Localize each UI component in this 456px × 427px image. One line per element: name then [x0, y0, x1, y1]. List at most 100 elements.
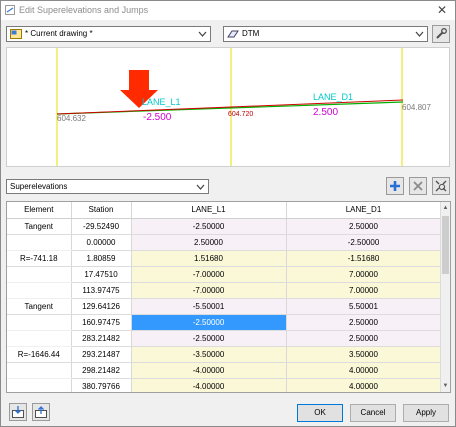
delete-icon — [413, 181, 423, 191]
drawing-select-value: * Current drawing * — [25, 29, 93, 38]
table-row[interactable]: Tangent 129.64126 -5.50001 5.50001 — [7, 298, 442, 315]
column-header-lane-d1[interactable]: LANE_D1 — [286, 202, 442, 219]
superelevation-grid[interactable]: Element Station LANE_L1 LANE_D1 Tangent -… — [6, 201, 451, 393]
settings-button[interactable] — [432, 25, 450, 43]
app-icon — [5, 5, 15, 15]
chevron-down-icon — [415, 31, 424, 37]
lane-d1-cell[interactable]: 7.00000 — [286, 266, 442, 283]
station-cell[interactable]: 298.21482 — [71, 362, 132, 379]
mode-select-value: Superelevations — [10, 182, 68, 191]
column-header-lane-l1[interactable]: LANE_L1 — [131, 202, 287, 219]
station-cell[interactable]: 283.21482 — [71, 330, 132, 347]
station-cell[interactable]: 17.47510 — [71, 266, 132, 283]
table-row[interactable]: 283.21482 -2.50000 2.50000 — [7, 330, 442, 347]
lane-l1-cell[interactable]: -3.50000 — [130, 346, 287, 363]
add-icon — [390, 181, 400, 191]
lane-l1-cell[interactable]: -7.00000 — [130, 282, 287, 299]
table-row[interactable]: R=-741.18 1.80859 1.51680 -1.51680 — [7, 250, 442, 267]
add-button[interactable] — [386, 177, 404, 195]
station-cell[interactable]: 160.97475 — [71, 314, 132, 331]
element-cell[interactable] — [7, 266, 72, 283]
dtm-icon — [227, 30, 239, 38]
element-cell[interactable] — [7, 378, 72, 392]
lane-d1-cell[interactable]: 3.50000 — [286, 346, 442, 363]
export-icon — [35, 406, 47, 418]
element-cell[interactable] — [7, 282, 72, 299]
cross-section-canvas: 604.632 LANE_L1 -2.500 604.720 LANE_D1 2… — [56, 48, 431, 166]
vertical-scrollbar[interactable]: ▲ ▼ — [440, 202, 450, 392]
close-icon[interactable]: ✕ — [435, 3, 449, 17]
element-cell[interactable] — [7, 330, 72, 347]
table-row[interactable]: 113.97475 -7.00000 7.00000 — [7, 282, 442, 299]
cancel-button[interactable]: Cancel — [350, 404, 396, 422]
lane-d1-cell[interactable]: -1.51680 — [286, 250, 442, 267]
lane-l1-cell[interactable]: -2.50000 — [130, 330, 287, 347]
station-cell[interactable]: 293.21487 — [71, 346, 132, 363]
lane-l1-cell[interactable]: 1.51680 — [130, 250, 287, 267]
drawing-icon — [10, 29, 22, 39]
import-icon — [12, 406, 24, 418]
station-cell[interactable]: 113.97475 — [71, 282, 132, 299]
lane-l1-slope-label: -2.500 — [143, 112, 172, 123]
zoom-extents-button[interactable] — [432, 177, 450, 195]
window-title: Edit Superelevations and Jumps — [19, 5, 149, 15]
grid-header-row: Element Station LANE_L1 LANE_D1 — [7, 202, 442, 219]
lane-d1-name-label: LANE_D1 — [313, 92, 353, 102]
drawing-select[interactable]: * Current drawing * — [6, 26, 211, 42]
lane-l1-cell[interactable]: 2.50000 — [130, 234, 287, 251]
export-button[interactable] — [32, 403, 50, 421]
element-cell[interactable] — [7, 314, 72, 331]
lane-d1-cell[interactable]: 4.00000 — [286, 362, 442, 379]
right-elevation-label: 604.807 — [402, 103, 431, 112]
lane-l1-cell[interactable]: -2.50000 — [130, 218, 287, 235]
center-elevation-label: 604.720 — [228, 111, 253, 118]
grid-table: Element Station LANE_L1 LANE_D1 Tangent -… — [7, 202, 442, 392]
lane-l1-cell[interactable]: -5.50001 — [130, 298, 287, 315]
lane-l1-cell[interactable]: -4.00000 — [130, 362, 287, 379]
lane-d1-cell[interactable]: 5.50001 — [286, 298, 442, 315]
element-cell[interactable] — [7, 234, 72, 251]
station-cell[interactable]: 129.64126 — [71, 298, 132, 315]
lane-l1-cell[interactable]: -2.50000 — [130, 314, 287, 331]
station-cell[interactable]: 380.79766 — [71, 378, 132, 392]
table-row[interactable]: 17.47510 -7.00000 7.00000 — [7, 266, 442, 283]
table-row[interactable]: 0.00000 2.50000 -2.50000 — [7, 234, 442, 251]
chevron-down-icon — [196, 184, 205, 190]
lane-d1-cell[interactable]: 2.50000 — [286, 218, 442, 235]
lane-d1-slope-label: 2.500 — [313, 107, 338, 118]
element-cell[interactable] — [7, 362, 72, 379]
lane-d1-cell[interactable]: 2.50000 — [286, 330, 442, 347]
surface-select[interactable]: DTM — [223, 26, 428, 42]
ok-button[interactable]: OK — [297, 404, 343, 422]
lane-d1-cell[interactable]: 2.50000 — [286, 314, 442, 331]
column-header-element[interactable]: Element — [7, 202, 72, 219]
table-row[interactable]: 298.21482 -4.00000 4.00000 — [7, 362, 442, 379]
station-cell[interactable]: -29.52490 — [71, 218, 132, 235]
lane-d1-cell[interactable]: 4.00000 — [286, 378, 442, 392]
apply-button[interactable]: Apply — [403, 404, 449, 422]
dialog-window: Edit Superelevations and Jumps ✕ * Curre… — [0, 0, 456, 427]
scroll-down-icon[interactable]: ▼ — [441, 381, 450, 391]
element-cell[interactable]: R=-741.18 — [7, 250, 72, 267]
scroll-up-icon[interactable]: ▲ — [441, 203, 450, 213]
table-row[interactable]: R=-1646.44 293.21487 -3.50000 3.50000 — [7, 346, 442, 363]
left-elevation-label: 604.632 — [57, 114, 86, 123]
table-row[interactable]: Tangent -29.52490 -2.50000 2.50000 — [7, 218, 442, 235]
table-row[interactable]: 380.79766 -4.00000 4.00000 — [7, 378, 442, 392]
scroll-thumb[interactable] — [442, 216, 449, 274]
lane-d1-cell[interactable]: -2.50000 — [286, 234, 442, 251]
import-button[interactable] — [9, 403, 27, 421]
delete-button[interactable] — [409, 177, 427, 195]
table-row[interactable]: 160.97475 -2.50000 2.50000 — [7, 314, 442, 331]
element-cell[interactable]: Tangent — [7, 298, 72, 315]
station-cell[interactable]: 1.80859 — [71, 250, 132, 267]
mode-select[interactable]: Superelevations — [6, 179, 209, 194]
lane-l1-cell[interactable]: -4.00000 — [130, 378, 287, 392]
lane-l1-name-label: LANE_L1 — [142, 97, 181, 107]
element-cell[interactable]: Tangent — [7, 218, 72, 235]
station-cell[interactable]: 0.00000 — [71, 234, 132, 251]
lane-l1-cell[interactable]: -7.00000 — [130, 266, 287, 283]
element-cell[interactable]: R=-1646.44 — [7, 346, 72, 363]
column-header-station[interactable]: Station — [71, 202, 132, 219]
lane-d1-cell[interactable]: 7.00000 — [286, 282, 442, 299]
